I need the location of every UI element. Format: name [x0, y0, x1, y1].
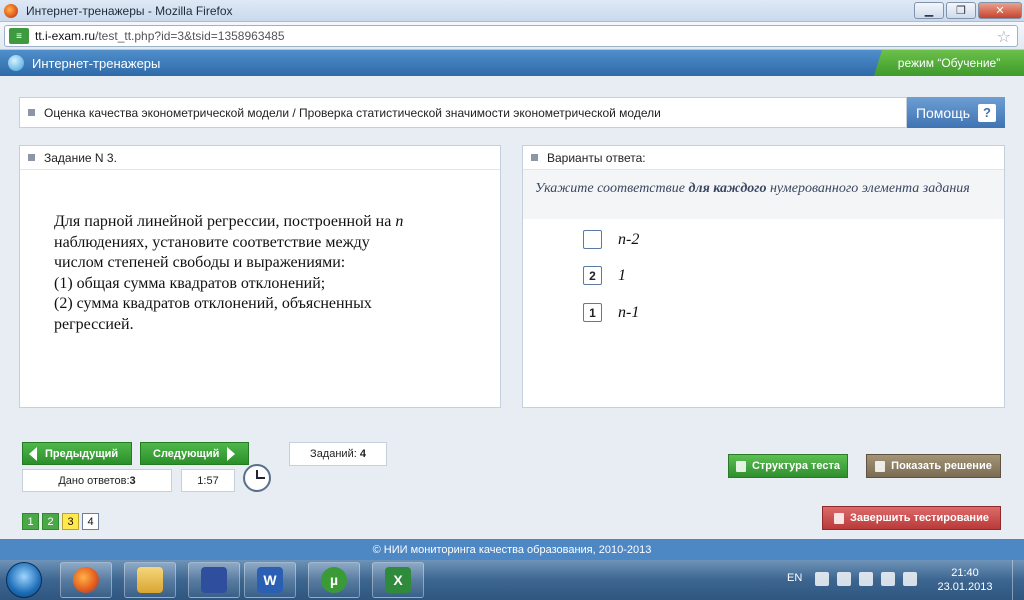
page-button-2[interactable]: 2	[42, 513, 59, 530]
finish-test-button[interactable]: Завершить тестирование	[822, 506, 1001, 530]
language-indicator[interactable]: EN	[787, 572, 802, 584]
clock-icon	[243, 464, 271, 492]
url-text: tt.i-exam.ru/test_tt.php?id=3&tsid=13589…	[35, 29, 285, 43]
app-logo-icon	[8, 55, 24, 71]
start-button[interactable]	[6, 562, 42, 598]
option-label: 1	[618, 266, 626, 284]
question-pager: 1 2 3 4	[22, 513, 99, 530]
answer-hint: Укажите соответствие для каждого нумеров…	[523, 170, 1004, 219]
arrow-left-icon	[29, 446, 37, 461]
answer-option: 1 n-1	[583, 303, 639, 322]
page-button-4[interactable]: 4	[82, 513, 99, 530]
excel-icon: X	[385, 567, 411, 593]
match-input[interactable]	[583, 230, 602, 249]
exit-icon	[834, 512, 845, 524]
window-titlebar: Интернет-тренажеры - Mozilla Firefox ▁ ❐…	[0, 0, 1024, 22]
book-icon	[875, 460, 886, 472]
window-controls: ▁ ❐ ✕	[914, 2, 1022, 19]
app-title: Интернет-тренажеры	[32, 55, 161, 71]
volume-icon[interactable]	[903, 572, 917, 586]
answered-count: Дано ответов: 3	[22, 469, 172, 492]
task-panel: Задание N 3. Для парной линейной регресс…	[19, 145, 501, 408]
address-bar[interactable]: ≡ tt.i-exam.ru/test_tt.php?id=3&tsid=135…	[4, 25, 1018, 47]
close-button[interactable]: ✕	[978, 2, 1022, 19]
mode-badge: режим “Обучение”	[874, 50, 1024, 76]
arrow-right-icon	[227, 446, 236, 461]
topic-text: Оценка качества эконометрической модели …	[44, 105, 661, 120]
tasks-count: Заданий: 4	[289, 442, 387, 466]
taskbar-word[interactable]: W	[244, 562, 296, 598]
folder-icon	[137, 567, 163, 593]
taskbar-utorrent[interactable]: µ	[308, 562, 360, 598]
windows-taskbar: W µ X EN 21:40 23.01.2013	[0, 560, 1024, 600]
word-icon: W	[257, 567, 283, 593]
firefox-icon	[4, 3, 18, 18]
bullet-square-icon	[531, 154, 538, 161]
taskbar-save[interactable]	[188, 562, 240, 598]
bullet-square-icon	[28, 109, 35, 116]
taskbar-firefox[interactable]	[60, 562, 112, 598]
next-button[interactable]: Следующий	[140, 442, 249, 465]
test-structure-button[interactable]: Структура теста	[728, 454, 848, 478]
question-icon: ?	[978, 103, 997, 122]
previous-button[interactable]: Предыдущий	[22, 442, 132, 465]
network-icon[interactable]	[881, 572, 895, 586]
bullet-square-icon	[28, 154, 35, 161]
answers-panel: Варианты ответа: Укажите соответствие дл…	[522, 145, 1005, 408]
answer-option: n-2	[583, 230, 639, 249]
topic-breadcrumb: Оценка качества эконометрической модели …	[19, 97, 907, 128]
option-label: n-1	[618, 303, 640, 321]
match-input[interactable]: 2	[583, 266, 602, 285]
bookmark-star-icon[interactable]: ☆	[997, 27, 1011, 47]
help-label: Помощь	[915, 104, 971, 121]
window-title: Интернет-тренажеры - Mozilla Firefox	[26, 3, 233, 18]
task-text: Для парной линейной регрессии, построенн…	[54, 213, 404, 333]
help-button[interactable]: Помощь ?	[907, 97, 1005, 128]
system-clock[interactable]: 21:40 23.01.2013	[930, 566, 1000, 594]
utorrent-icon: µ	[321, 567, 347, 593]
taskbar-excel[interactable]: X	[372, 562, 424, 598]
task-number: Задание N 3.	[44, 150, 117, 165]
answers-header: Варианты ответа:	[523, 146, 1004, 170]
firefox-icon	[73, 567, 99, 593]
show-desktop-button[interactable]	[1012, 560, 1024, 600]
action-center-icon[interactable]	[837, 572, 851, 586]
site-identity-icon[interactable]: ≡	[9, 28, 29, 44]
answer-option: 2 1	[583, 266, 626, 285]
page-button-3[interactable]: 3	[62, 513, 79, 530]
app-header: Интернет-тренажеры режим “Обучение”	[0, 50, 1024, 76]
show-solution-button[interactable]: Показать решение	[866, 454, 1001, 478]
maximize-button[interactable]: ❐	[946, 2, 976, 19]
taskbar-explorer[interactable]	[124, 562, 176, 598]
match-input[interactable]: 1	[583, 303, 602, 322]
answers-title: Варианты ответа:	[547, 150, 646, 165]
battery-icon[interactable]	[859, 572, 873, 586]
timer: 1:57	[181, 469, 235, 492]
system-tray	[815, 572, 917, 586]
copyright-footer: © НИИ мониторинга качества образования, …	[0, 539, 1024, 560]
task-header: Задание N 3.	[20, 146, 500, 170]
list-icon	[735, 460, 746, 472]
page-button-1[interactable]: 1	[22, 513, 39, 530]
minimize-button[interactable]: ▁	[914, 2, 944, 19]
floppy-icon	[201, 567, 227, 593]
tray-arrow-icon[interactable]	[815, 572, 829, 586]
option-label: n-2	[618, 230, 640, 248]
navigation-toolbar: ≡ tt.i-exam.ru/test_tt.php?id=3&tsid=135…	[0, 22, 1024, 50]
